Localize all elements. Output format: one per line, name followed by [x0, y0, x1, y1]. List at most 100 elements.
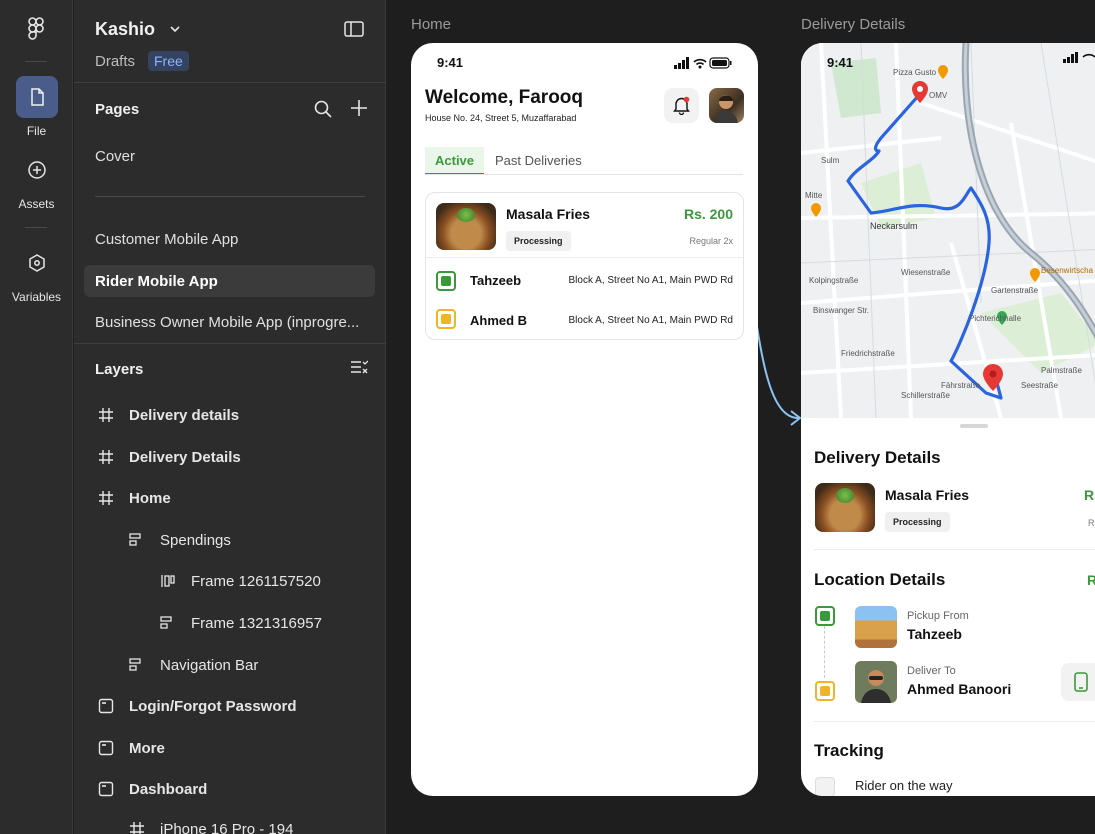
frame-icon	[99, 491, 113, 505]
svg-text:Kolpingstraße: Kolpingstraße	[809, 276, 859, 285]
rail-assets-button[interactable]: Assets	[0, 149, 73, 211]
rail-divider	[25, 227, 47, 228]
status-badge: Processing	[885, 512, 950, 532]
rail-file-label: File	[26, 124, 47, 138]
pickup-name: Tahzeeb	[470, 273, 522, 288]
auto-layout-icon	[129, 658, 141, 671]
layer-row[interactable]: Home	[98, 483, 171, 513]
dropoff-name: Ahmed B	[470, 313, 528, 328]
rail-variables-button[interactable]: Variables	[0, 242, 73, 304]
rail-variables-label: Variables	[11, 290, 62, 304]
svg-text:Wiesenstraße: Wiesenstraße	[901, 268, 951, 277]
notifications-button[interactable]	[664, 88, 699, 123]
food-image	[436, 203, 496, 250]
order-price: Rs. 200	[683, 206, 733, 222]
dropoff-marker-icon	[815, 681, 835, 701]
pages-heading: Pages	[95, 101, 140, 118]
section-icon	[98, 698, 114, 714]
home-frame[interactable]: 9:41 Welcome, Farooq House No. 24, Stree…	[411, 43, 758, 796]
hexagon-icon	[16, 242, 58, 284]
detail-item-price: Rs	[1084, 487, 1095, 503]
delivery-details-frame[interactable]: 9:41 Pizza Gusto OMV Neckarsulm Pichteri…	[801, 43, 1095, 796]
layer-row[interactable]: Frame 1261157520	[160, 566, 321, 596]
pickup-address: Block A, Street No A1, Main PWD Rd	[568, 275, 733, 286]
sidebar-panel: Kashio Drafts Free Pages Cover Customer …	[74, 0, 386, 834]
auto-layout-horizontal-icon	[161, 575, 175, 587]
layer-label: Dashboard	[129, 780, 208, 798]
layer-row[interactable]: Navigation Bar	[129, 650, 258, 680]
phone-icon	[1074, 672, 1088, 692]
layer-row[interactable]: Delivery details	[98, 400, 239, 430]
figma-logo-icon[interactable]	[26, 17, 46, 41]
project-name[interactable]: Kashio	[95, 19, 155, 40]
avatar-photo	[715, 95, 738, 123]
pickup-name: Tahzeeb	[907, 626, 962, 642]
layer-label: iPhone 16 Pro - 194	[160, 820, 294, 834]
rail-file-button[interactable]: File	[0, 76, 73, 138]
location-extra: R	[1087, 572, 1095, 588]
tracking-heading: Tracking	[814, 741, 884, 760]
layer-row[interactable]: More	[98, 733, 165, 763]
welcome-title: Welcome, Farooq	[425, 87, 584, 108]
svg-text:Pichterichhalle: Pichterichhalle	[969, 314, 1022, 323]
sheet-drag-handle[interactable]	[960, 424, 988, 428]
tool-rail: File Assets Variables	[0, 0, 73, 834]
svg-text:Besenwirtscha Benz" - Neckar: Besenwirtscha Benz" - Neckar	[1041, 266, 1095, 275]
layer-label: Frame 1261157520	[191, 572, 321, 590]
tracking-step-checkbox	[815, 777, 835, 796]
page-item-cover[interactable]: Cover	[84, 140, 375, 172]
avatar[interactable]	[709, 88, 744, 123]
auto-layout-icon	[129, 533, 141, 546]
tab-past-deliveries[interactable]: Past Deliveries	[485, 147, 592, 175]
layers-options-icon[interactable]	[350, 360, 368, 376]
status-badge: Processing	[506, 231, 571, 251]
svg-text:Palmstraße: Palmstraße	[1041, 366, 1082, 375]
section-divider	[814, 549, 1095, 550]
file-icon	[15, 76, 58, 118]
layer-row[interactable]: Frame 1321316957	[160, 608, 322, 638]
svg-text:Fährstraße: Fährstraße	[941, 381, 981, 390]
route-connector	[824, 626, 825, 678]
pickup-marker-icon	[815, 606, 835, 626]
card-divider	[426, 257, 743, 258]
chevron-down-icon[interactable]	[170, 26, 180, 33]
design-canvas[interactable]: Home Delivery Details 9:41 Welcome, Faro…	[387, 0, 1095, 834]
svg-text:Binswanger Str.: Binswanger Str.	[813, 306, 869, 315]
frame-icon	[99, 408, 113, 422]
drafts-link[interactable]: Drafts	[95, 53, 135, 70]
svg-text:Seestraße: Seestraße	[1021, 381, 1058, 390]
panel-divider	[74, 82, 386, 83]
page-item-rider-mobile-app[interactable]: Rider Mobile App	[84, 265, 375, 297]
page-item-customer-mobile-app[interactable]: Customer Mobile App	[84, 223, 375, 255]
pickup-thumbnail	[855, 606, 897, 648]
delivery-details-heading: Delivery Details	[814, 448, 941, 467]
layer-row[interactable]: Login/Forgot Password	[98, 691, 297, 721]
layer-label: Frame 1321316957	[191, 614, 322, 632]
search-icon[interactable]	[314, 100, 332, 118]
sidebar-toggle-icon[interactable]	[344, 21, 364, 37]
call-button[interactable]	[1061, 663, 1095, 701]
add-page-icon[interactable]	[350, 99, 368, 117]
layer-row[interactable]: iPhone 16 Pro - 194	[129, 814, 293, 834]
tab-active[interactable]: Active	[425, 147, 485, 175]
location-details-heading: Location Details	[814, 570, 946, 589]
layer-row[interactable]: Spendings	[129, 525, 231, 555]
layer-label: Delivery details	[129, 406, 240, 424]
auto-layout-icon	[160, 616, 172, 629]
svg-text:Sulm: Sulm	[821, 156, 840, 165]
layer-row[interactable]: Delivery Details	[98, 442, 241, 472]
pickup-caption: Pickup From	[907, 610, 969, 622]
layer-label: More	[129, 739, 165, 757]
plan-badge: Free	[148, 51, 189, 71]
detail-item-size: R	[1088, 518, 1095, 528]
route-map[interactable]: 9:41 Pizza Gusto OMV Neckarsulm Pichteri…	[801, 43, 1095, 418]
pages-divider	[95, 196, 365, 197]
detail-status-time: 9:41	[827, 55, 853, 70]
layer-row[interactable]: Dashboard	[98, 774, 207, 804]
order-card[interactable]: Masala Fries Rs. 200 Processing Regular …	[425, 192, 744, 340]
layer-label: Navigation Bar	[160, 656, 259, 674]
plus-circle-icon	[16, 149, 58, 191]
status-time: 9:41	[437, 55, 464, 70]
deliver-name: Ahmed Banoori	[907, 681, 1012, 697]
page-item-business-owner-app[interactable]: Business Owner Mobile App (inprogre...	[84, 306, 375, 338]
